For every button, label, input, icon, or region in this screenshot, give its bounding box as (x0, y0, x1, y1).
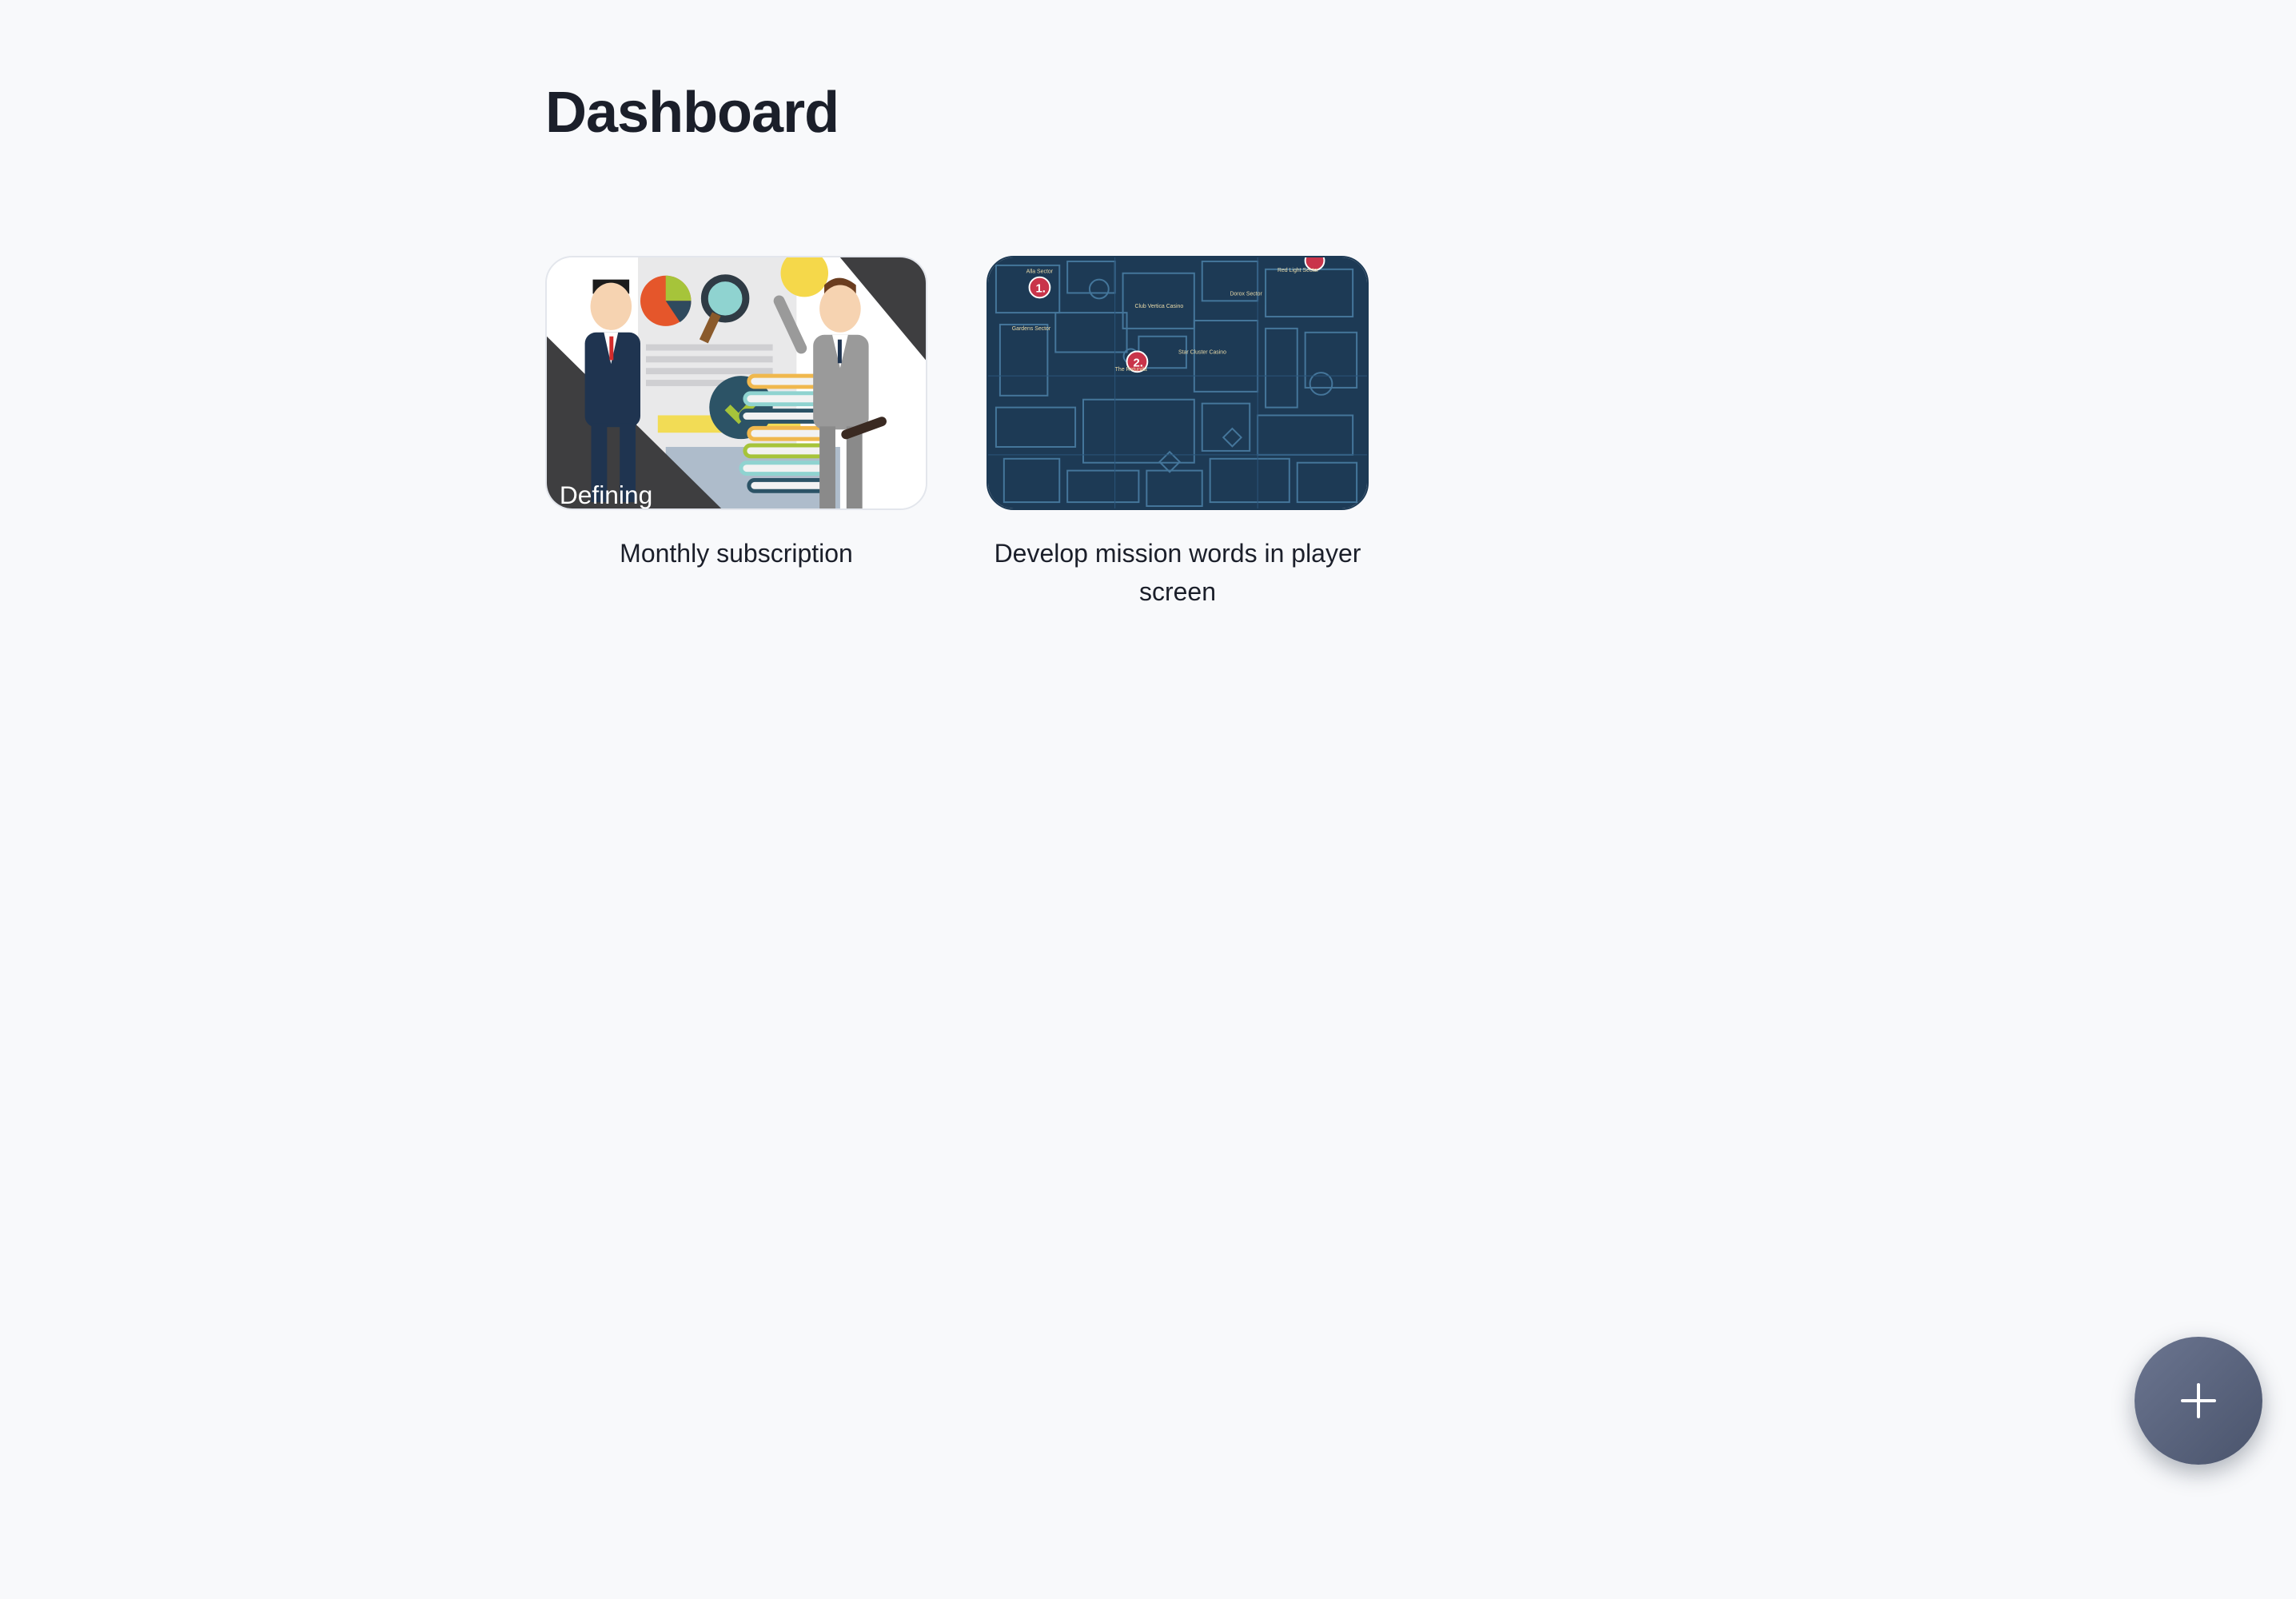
dashboard-page: Dashboard Defining Monthly subscription … (0, 0, 2296, 1599)
game-map-illustration: 1. 2. Alla Sector Club Vertica Casino Do… (988, 257, 1367, 508)
thumbnail-overlay-text: Defining (560, 480, 652, 508)
card-thumbnail[interactable]: 1. 2. Alla Sector Club Vertica Casino Do… (987, 256, 1369, 510)
card-grid: Defining Monthly subscription 1. 2. Alla… (545, 256, 1369, 611)
add-button[interactable] (2135, 1337, 2262, 1465)
business-people-illustration: Defining (547, 257, 926, 508)
svg-text:The Rotunda: The Rotunda (1115, 367, 1147, 373)
card-caption[interactable]: Develop mission words in player screen (987, 534, 1369, 611)
project-card-monthly-subscription[interactable]: Defining Monthly subscription (545, 256, 927, 611)
svg-text:Dorox Sector: Dorox Sector (1230, 291, 1262, 297)
card-thumbnail[interactable]: Defining (545, 256, 927, 510)
svg-text:Alla Sector: Alla Sector (1026, 269, 1054, 275)
project-card-mission-words[interactable]: 1. 2. Alla Sector Club Vertica Casino Do… (987, 256, 1369, 611)
plus-icon (2181, 1383, 2216, 1418)
svg-text:Red Light Sector: Red Light Sector (1278, 268, 1319, 273)
card-caption[interactable]: Monthly subscription (545, 534, 927, 572)
svg-text:Gardens Sector: Gardens Sector (1012, 326, 1051, 332)
page-title: Dashboard (545, 81, 839, 145)
svg-text:Star Cluster Casino: Star Cluster Casino (1178, 349, 1226, 355)
svg-text:1.: 1. (1035, 282, 1045, 295)
svg-text:Club Vertica Casino: Club Vertica Casino (1134, 304, 1183, 309)
